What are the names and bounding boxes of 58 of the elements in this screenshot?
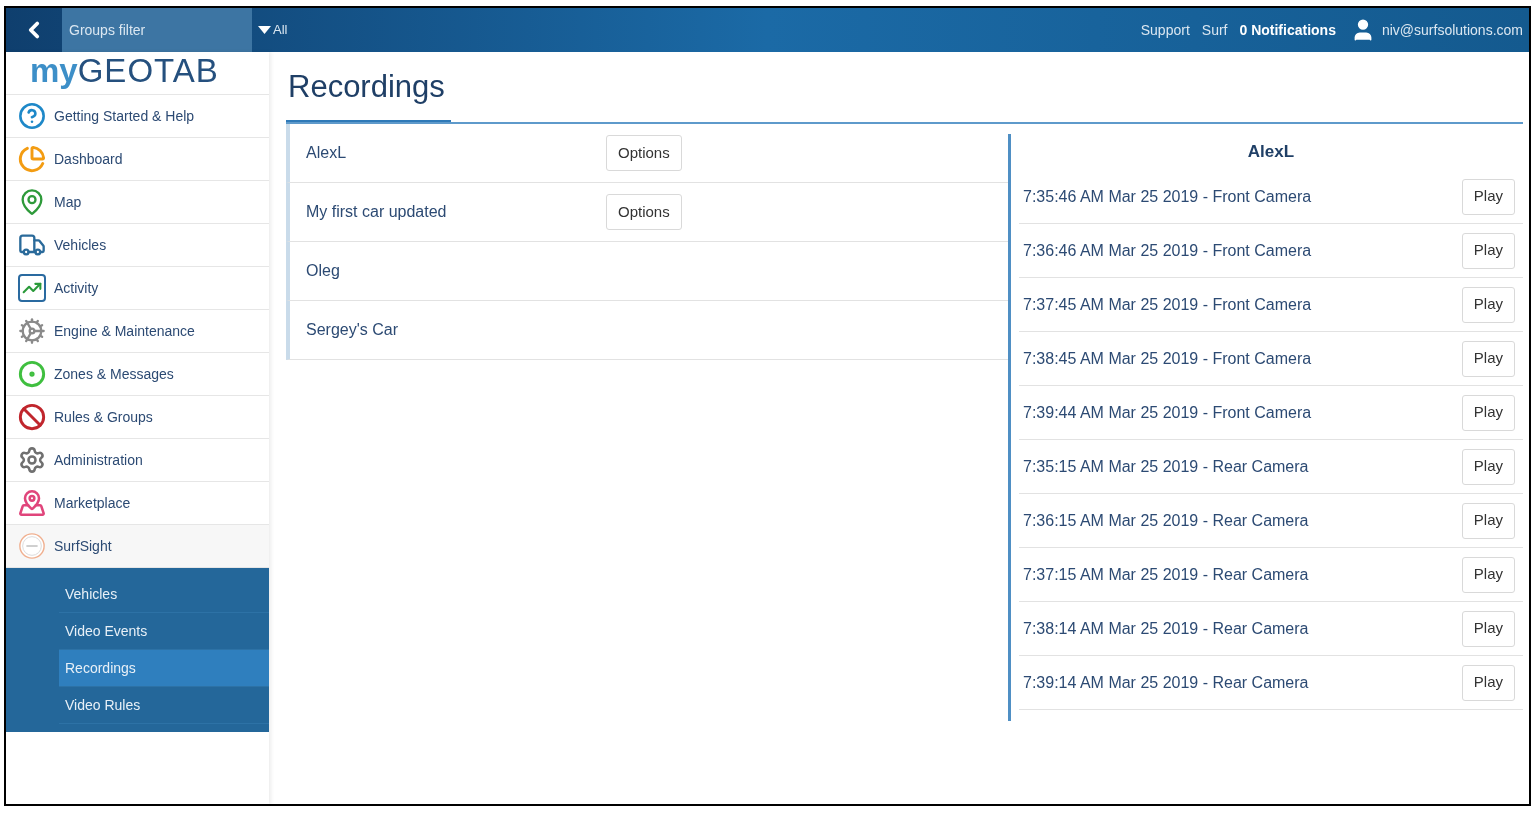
vehicle-name: AlexL xyxy=(306,143,348,163)
sidebar-item[interactable]: Map xyxy=(6,181,269,224)
sidebar-item[interactable]: Activity xyxy=(6,267,269,310)
play-button[interactable]: Play xyxy=(1461,502,1515,539)
sidebar-item[interactable]: Rules & Groups xyxy=(6,396,269,439)
recording-label: 7:37:45 AM Mar 25 2019 - Front Camera xyxy=(1023,294,1313,315)
ring-logo-icon xyxy=(18,532,46,560)
recording-label: 7:38:45 AM Mar 25 2019 - Front Camera xyxy=(1023,348,1313,369)
options-button[interactable]: Options xyxy=(606,194,682,230)
user-email-link[interactable]: niv@surfsolutions.com xyxy=(1381,19,1523,41)
help-icon xyxy=(18,102,46,130)
submenu-item[interactable]: Video Rules xyxy=(59,687,269,724)
recordings-panel-title: AlexL xyxy=(1246,141,1296,164)
page-title: Recordings xyxy=(286,63,451,124)
gear-icon xyxy=(18,446,46,474)
play-button[interactable]: Play xyxy=(1461,340,1515,377)
groups-filter-dropdown[interactable]: All xyxy=(252,20,288,40)
play-button[interactable]: Play xyxy=(1461,448,1515,485)
play-button[interactable]: Play xyxy=(1461,556,1515,593)
groups-filter[interactable]: Groups filter xyxy=(62,8,252,52)
sidebar-item[interactable]: Vehicles xyxy=(6,224,269,267)
recording-label: 7:39:44 AM Mar 25 2019 - Front Camera xyxy=(1023,402,1313,423)
submenu-item[interactable]: Recordings xyxy=(59,650,269,687)
play-button[interactable]: Play xyxy=(1461,286,1515,323)
recording-label: 7:36:46 AM Mar 25 2019 - Front Camera xyxy=(1023,240,1313,261)
recording-label: 7:39:14 AM Mar 25 2019 - Rear Camera xyxy=(1023,672,1310,693)
sidebar-item[interactable]: Zones & Messages xyxy=(6,353,269,396)
activity-chart-icon xyxy=(18,274,46,302)
vehicle-name: My first car updated xyxy=(306,202,448,222)
submenu-item[interactable]: Vehicles xyxy=(59,576,269,613)
recording-label: 7:35:46 AM Mar 25 2019 - Front Camera xyxy=(1023,186,1313,207)
sidebar-item[interactable]: Getting Started & Help xyxy=(6,95,269,138)
vehicle-name: Oleg xyxy=(306,261,341,281)
top-bar-link[interactable]: Support xyxy=(1140,19,1190,41)
vehicle-row[interactable]: My first car updated Options xyxy=(286,183,1008,242)
top-bar-link[interactable]: Surf xyxy=(1201,19,1228,41)
play-button[interactable]: Play xyxy=(1461,664,1515,701)
options-button[interactable]: Options xyxy=(606,135,682,171)
sidebar-item[interactable]: SurfSight xyxy=(6,525,269,568)
play-button[interactable]: Play xyxy=(1461,232,1515,269)
recording-label: 7:35:15 AM Mar 25 2019 - Rear Camera xyxy=(1023,456,1310,477)
vehicle-row[interactable]: AlexL Options xyxy=(286,124,1008,183)
pie-chart-icon xyxy=(18,145,46,173)
sidebar-item[interactable]: Administration xyxy=(6,439,269,482)
vehicle-name: Sergey's Car xyxy=(306,320,399,340)
notifications-link[interactable]: 0 Notifications xyxy=(1239,19,1336,41)
map-pin-icon xyxy=(18,489,46,517)
sidebar-item[interactable]: Marketplace xyxy=(6,482,269,525)
recording-label: 7:36:15 AM Mar 25 2019 - Rear Camera xyxy=(1023,510,1310,531)
caret-icon xyxy=(258,26,271,34)
sidebar-item[interactable]: Engine & Maintenance xyxy=(6,310,269,353)
recording-label: 7:38:14 AM Mar 25 2019 - Rear Camera xyxy=(1023,618,1310,639)
play-button[interactable]: Play xyxy=(1461,178,1515,215)
recording-label: 7:37:15 AM Mar 25 2019 - Rear Camera xyxy=(1023,564,1310,585)
sidebar-item[interactable]: Dashboard xyxy=(6,138,269,181)
play-button[interactable]: Play xyxy=(1461,610,1515,647)
play-button[interactable]: Play xyxy=(1461,394,1515,431)
prohibited-icon xyxy=(18,403,46,431)
